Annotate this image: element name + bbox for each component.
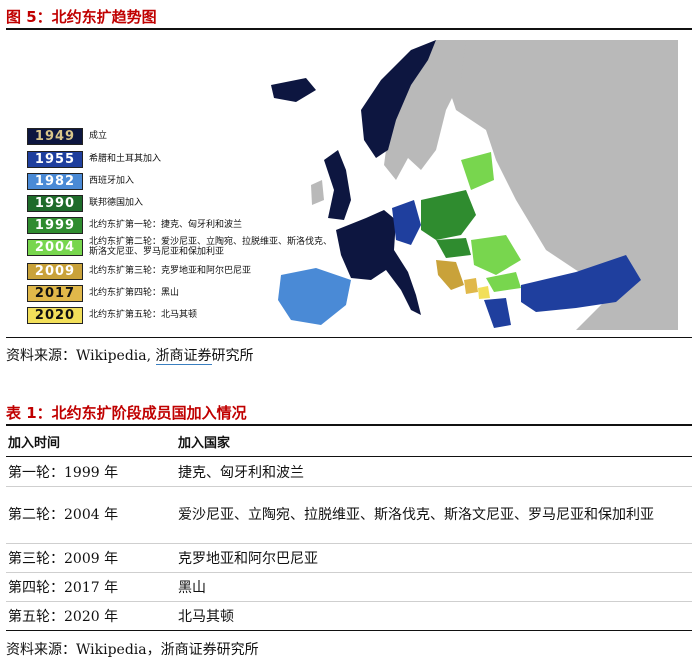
legend-item-1982: 1982 西班牙加入 [27,172,339,190]
north-macedonia-region [478,286,490,299]
legend-description: 希腊和土耳其加入 [89,154,162,164]
figure-source-text: Wikipedia, [76,348,152,364]
legend-item-1999: 1999 北约东扩第一轮：捷克、匈牙利和波兰 [27,216,339,234]
figure-top-rule [6,28,692,30]
row-round: 第三轮：2009 年 [6,543,176,573]
legend-description: 北约东扩第一轮：捷克、匈牙利和波兰 [89,220,243,230]
legend-description: 北约东扩第五轮：北马其顿 [89,310,198,320]
legend-description: 北约东扩第四轮：黑山 [89,288,180,298]
row-round: 第四轮：2017 年 [6,572,176,602]
figure-source-brand[interactable]: 浙商证券 [155,348,212,365]
table-row: 第四轮：2017 年 黑山 [6,572,692,602]
header-join-countries: 加入国家 [176,426,692,457]
table-row: 第一轮：1999 年 捷克、匈牙利和波兰 [6,456,692,487]
accession-table: 加入时间 加入国家 第一轮：1999 年 捷克、匈牙利和波兰 第二轮：2004 … [6,426,692,631]
row-countries: 捷克、匈牙利和波兰 [176,456,692,487]
legend-year-swatch: 2009 [27,262,83,280]
legend-year-swatch: 2004 [27,238,83,256]
table-row: 第三轮：2009 年 克罗地亚和阿尔巴尼亚 [6,543,692,573]
montenegro-region [464,278,478,294]
table-source: 资料来源：Wikipedia，浙商证券研究所 [6,639,259,659]
table-row: 第二轮：2004 年 爱沙尼亚、立陶宛、拉脱维亚、斯洛伐克、斯洛文尼亚、罗马尼亚… [6,486,692,544]
row-round: 第二轮：2004 年 [6,486,176,544]
row-countries: 黑山 [176,572,692,602]
legend-item-1990: 1990 联邦德国加入 [27,194,339,212]
legend-item-2020: 2020 北约东扩第五轮：北马其顿 [27,306,339,324]
legend-year-swatch: 1999 [27,216,83,234]
table-row: 第五轮：2020 年 北马其顿 [6,601,692,631]
legend-year-swatch: 1982 [27,172,83,190]
figure-source-brand-suffix: 研究所 [211,348,254,364]
legend-year-swatch: 1955 [27,150,83,168]
row-countries: 北马其顿 [176,601,692,631]
header-join-time: 加入时间 [6,426,176,457]
table-header-row: 加入时间 加入国家 [6,426,692,457]
figure-caption: 图 5：北约东扩趋势图 [6,8,157,26]
figure-bottom-rule [6,337,692,338]
row-round: 第一轮：1999 年 [6,456,176,487]
legend-item-2009: 2009 北约东扩第三轮：克罗地亚和阿尔巴尼亚 [27,262,339,280]
row-round: 第五轮：2020 年 [6,601,176,631]
row-countries: 爱沙尼亚、立陶宛、拉脱维亚、斯洛伐克、斯洛文尼亚、罗马尼亚和保加利亚 [176,486,692,544]
legend-item-1949: 1949 成立 [27,127,339,145]
legend-year-swatch: 2020 [27,306,83,324]
legend-description: 联邦德国加入 [89,198,144,208]
legend-year-swatch: 1949 [27,127,83,145]
legend-item-1955: 1955 希腊和土耳其加入 [27,150,339,168]
legend-description: 西班牙加入 [89,176,135,186]
legend-year-swatch: 1990 [27,194,83,212]
legend-description: 成立 [89,131,108,141]
figure-source: 资料来源：Wikipedia, 浙商证券研究所 [6,345,254,365]
row-countries: 克罗地亚和阿尔巴尼亚 [176,543,692,573]
table-source-label: 资料来源： [6,642,76,658]
figure-source-label: 资料来源： [6,348,76,364]
legend-item-2017: 2017 北约东扩第四轮：黑山 [27,284,339,302]
legend-description: 北约东扩第三轮：克罗地亚和阿尔巴尼亚 [89,266,252,276]
legend-item-2004: 2004 北约东扩第二轮：爱沙尼亚、立陶宛、拉脱维亚、斯洛伐克、斯洛文尼亚、罗马尼… [27,237,339,257]
table-caption: 表 1：北约东扩阶段成员国加入情况 [6,404,247,422]
legend-year-swatch: 2017 [27,284,83,302]
table-source-text: Wikipedia，浙商证券研究所 [76,642,259,658]
legend-description: 北约东扩第二轮：爱沙尼亚、立陶宛、拉脱维亚、斯洛伐克、斯洛文尼亚、罗马尼亚和保加… [89,237,333,257]
